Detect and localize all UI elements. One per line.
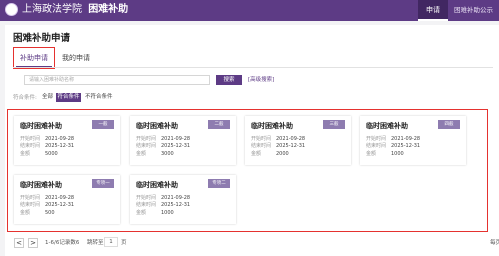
card-title: 临时困难补助 — [136, 122, 178, 130]
end-value: 2025-12-31 — [161, 143, 191, 149]
card-level-badge: 四般 — [438, 120, 460, 129]
start-value: 2021-09-28 — [276, 136, 306, 142]
school-logo[interactable]: 上海政法学院 困难补助 — [5, 3, 128, 16]
end-value: 2025-12-31 — [161, 202, 191, 208]
next-page-button[interactable]: > — [28, 238, 38, 248]
end-label: 结束时间 — [20, 143, 41, 149]
start-label: 开始时间 — [20, 136, 41, 142]
page-number-input[interactable]: 1 — [104, 237, 118, 247]
filter-eligible[interactable]: 符合条件 — [56, 93, 81, 102]
start-value: 2021-09-28 — [161, 136, 191, 142]
end-value: 2025-12-31 — [45, 202, 75, 208]
logo-text: 上海政法学院 困难补助 — [22, 3, 128, 16]
amount-label: 金额 — [136, 151, 147, 157]
amount-label: 金额 — [251, 151, 262, 157]
amount-label: 金额 — [20, 210, 31, 216]
filter-all[interactable]: 全部 — [42, 93, 53, 102]
card-end-row: 结束时间 2025-12-31 — [20, 202, 74, 209]
tab-divider — [13, 67, 493, 68]
tab-highlight-box — [13, 47, 55, 69]
card-level-badge: 二般 — [208, 120, 230, 129]
card-end-row: 结束时间 2025-12-31 — [136, 143, 190, 150]
card-end-row: 结束时间 2025-12-31 — [251, 143, 305, 150]
card-title: 临时困难补助 — [20, 122, 62, 130]
card-amount-row: 金额 3000 — [136, 151, 174, 158]
card-start-row: 开始时间 2021-09-28 — [366, 136, 420, 143]
subsidy-card[interactable]: 临时困难补助 一般 开始时间 2021-09-28 结束时间 2025-12-31 … — [14, 116, 120, 165]
start-label: 开始时间 — [251, 136, 272, 142]
nav-announcement[interactable]: 困难补助公示 — [454, 0, 493, 21]
subsidy-card[interactable]: 临时困难补助 专项二 开始时间 2021-09-28 结束时间 2025-12-31… — [130, 175, 236, 224]
card-end-row: 结束时间 2025-12-31 — [136, 202, 190, 209]
card-amount-row: 金额 5000 — [20, 151, 58, 158]
card-title: 临时困难补助 — [20, 181, 62, 189]
card-title: 临时困难补助 — [366, 122, 408, 130]
card-start-row: 开始时间 2021-09-28 — [20, 136, 74, 143]
filter-label: 符合条件: — [13, 95, 37, 101]
subsidy-card[interactable]: 临时困难补助 三般 开始时间 2021-09-28 结束时间 2025-12-31 … — [245, 116, 351, 165]
amount-label: 金额 — [20, 151, 31, 157]
page-title: 困难补助申请 — [13, 33, 71, 44]
subsidy-card[interactable]: 临时困难补助 二般 开始时间 2021-09-28 结束时间 2025-12-31 … — [130, 116, 236, 165]
card-start-row: 开始时间 2021-09-28 — [251, 136, 305, 143]
amount-value: 2000 — [276, 151, 289, 157]
card-level-badge: 三般 — [323, 120, 345, 129]
end-value: 2025-12-31 — [391, 143, 421, 149]
start-value: 2021-09-28 — [45, 195, 75, 201]
card-title: 临时困难补助 — [136, 181, 178, 189]
end-value: 2025-12-31 — [276, 143, 306, 149]
page-unit-label: 页 — [121, 240, 127, 246]
tab-my-applications[interactable]: 我的申请 — [58, 50, 94, 66]
end-value: 2025-12-31 — [45, 143, 75, 149]
page-size-label[interactable]: 每页 — [490, 239, 499, 247]
search-button[interactable]: 搜索 — [216, 75, 242, 85]
filter-not-eligible[interactable]: 不符合条件 — [85, 93, 113, 102]
advanced-search-link[interactable]: [高级搜索] — [248, 75, 274, 85]
system-name: 困难补助 — [88, 4, 129, 15]
amount-value: 3000 — [161, 151, 174, 157]
subsidy-card[interactable]: 临时困难补助 专项一 开始时间 2021-09-28 结束时间 2025-12-31… — [14, 175, 120, 224]
card-level-badge: 一般 — [92, 120, 114, 129]
amount-value: 500 — [45, 210, 55, 216]
top-bar: 上海政法学院 困难补助 申请 困难补助公示 — [0, 0, 499, 21]
end-label: 结束时间 — [136, 143, 157, 149]
start-label: 开始时间 — [136, 136, 157, 142]
start-value: 2021-09-28 — [45, 136, 75, 142]
card-end-row: 结束时间 2025-12-31 — [20, 143, 74, 150]
card-amount-row: 金额 1000 — [136, 210, 174, 217]
amount-label: 金额 — [366, 151, 377, 157]
card-start-row: 开始时间 2021-09-28 — [136, 195, 190, 202]
card-start-row: 开始时间 2021-09-28 — [20, 195, 74, 202]
amount-label: 金额 — [136, 210, 147, 216]
nav-apply[interactable]: 申请 — [418, 0, 448, 21]
amount-value: 5000 — [45, 151, 58, 157]
card-level-badge: 专项二 — [208, 179, 230, 188]
card-amount-row: 金额 2000 — [251, 151, 289, 158]
search-input[interactable] — [24, 75, 210, 85]
end-label: 结束时间 — [366, 143, 387, 149]
card-level-badge: 专项一 — [92, 179, 114, 188]
start-label: 开始时间 — [136, 195, 157, 201]
subsidy-card[interactable]: 临时困难补助 四般 开始时间 2021-09-28 结束时间 2025-12-31 … — [360, 116, 466, 165]
pagination-info: 1-6/6记录数6 — [45, 240, 80, 246]
card-start-row: 开始时间 2021-09-28 — [136, 136, 190, 143]
end-label: 结束时间 — [136, 202, 157, 208]
card-title: 临时困难补助 — [251, 122, 293, 130]
card-amount-row: 金额 500 — [20, 210, 55, 217]
end-label: 结束时间 — [20, 202, 41, 208]
school-emblem-icon — [5, 3, 18, 16]
amount-value: 1000 — [161, 210, 174, 216]
amount-value: 1000 — [391, 151, 404, 157]
start-label: 开始时间 — [366, 136, 387, 142]
start-value: 2021-09-28 — [391, 136, 421, 142]
end-label: 结束时间 — [251, 143, 272, 149]
card-amount-row: 金额 1000 — [366, 151, 404, 158]
start-label: 开始时间 — [20, 195, 41, 201]
start-value: 2021-09-28 — [161, 195, 191, 201]
prev-page-button[interactable]: < — [14, 238, 24, 248]
school-name: 上海政法学院 — [22, 4, 82, 15]
card-end-row: 结束时间 2025-12-31 — [366, 143, 420, 150]
goto-label: 跳转至 — [87, 240, 104, 246]
